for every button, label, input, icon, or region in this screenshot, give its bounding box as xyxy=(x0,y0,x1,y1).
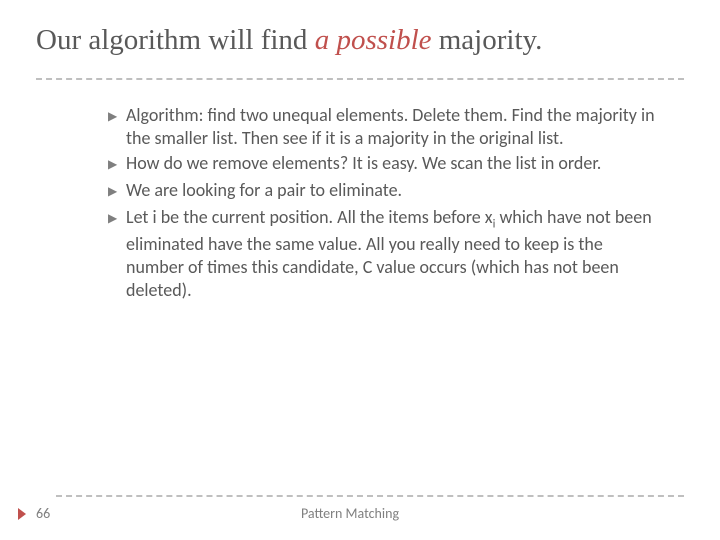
bullet-text: Algorithm: find two unequal elements. De… xyxy=(126,104,660,150)
footer: 66 Pattern Matching xyxy=(0,495,720,522)
list-item: ▶ Let i be the current position. All the… xyxy=(108,206,660,301)
title-pre: Our algorithm will find xyxy=(36,24,315,56)
list-item: ▶ We are looking for a pair to eliminate… xyxy=(108,179,660,204)
footer-text: Pattern Matching xyxy=(96,505,684,522)
slide-marker-icon xyxy=(18,508,26,520)
title-post: majority. xyxy=(432,24,543,56)
divider-bottom xyxy=(56,495,684,497)
divider-top xyxy=(36,78,684,80)
bullet-text: How do we remove elements? It is easy. W… xyxy=(126,152,660,175)
bullet-icon: ▶ xyxy=(108,179,126,204)
slide: Our algorithm will find a possible major… xyxy=(0,0,720,540)
list-item: ▶ Algorithm: find two unequal elements. … xyxy=(108,104,660,150)
slide-title: Our algorithm will find a possible major… xyxy=(36,22,684,58)
bullet-text: Let i be the current position. All the i… xyxy=(126,206,660,301)
list-item: ▶ How do we remove elements? It is easy.… xyxy=(108,152,660,177)
bullet-icon: ▶ xyxy=(108,152,126,177)
footer-row: 66 Pattern Matching xyxy=(0,505,720,522)
title-em: a possible xyxy=(315,24,432,56)
bullet-text: We are looking for a pair to eliminate. xyxy=(126,179,660,202)
content-area: ▶ Algorithm: find two unequal elements. … xyxy=(36,104,684,301)
bullet-icon: ▶ xyxy=(108,206,126,231)
bullet-icon: ▶ xyxy=(108,104,126,129)
slide-number: 66 xyxy=(36,505,96,522)
